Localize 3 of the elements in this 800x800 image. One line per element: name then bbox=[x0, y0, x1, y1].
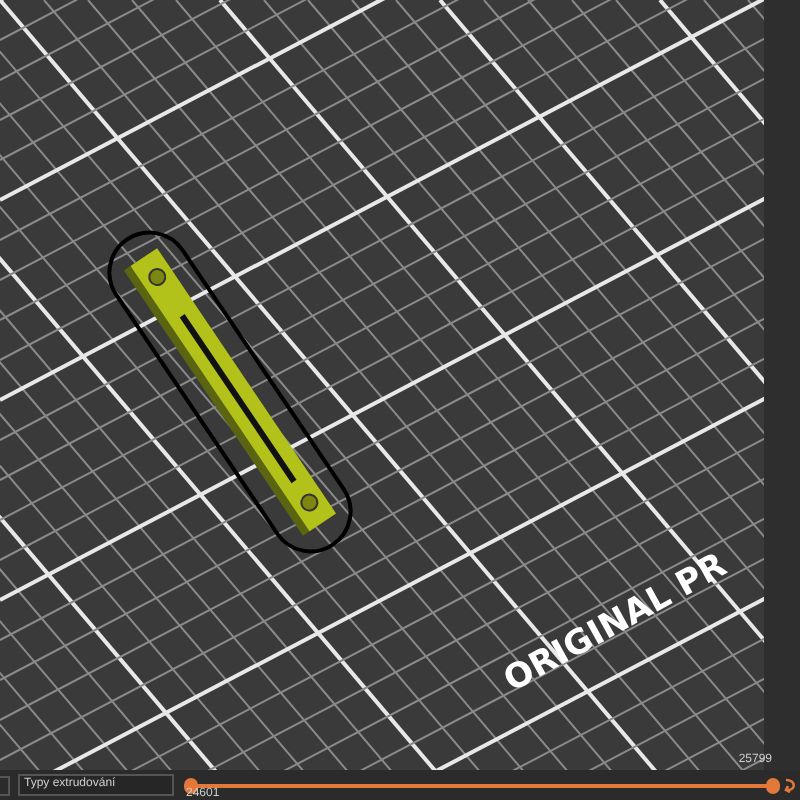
upper-thumb[interactable] bbox=[766, 777, 780, 793]
undo-arrow-icon[interactable] bbox=[784, 778, 798, 794]
input-field[interactable] bbox=[0, 775, 10, 795]
